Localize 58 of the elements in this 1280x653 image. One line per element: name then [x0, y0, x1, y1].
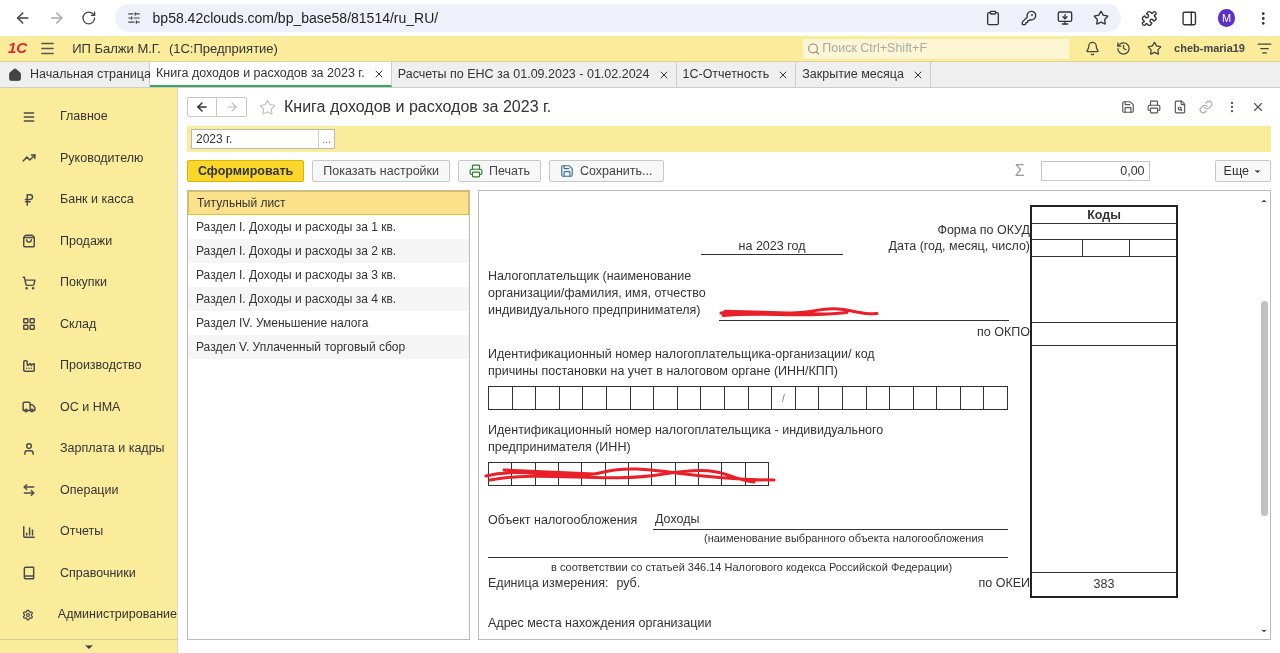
url-text: bp58.42clouds.com/bp_base58/81514/ru_RU/	[152, 8, 440, 28]
address-bar[interactable]: bp58.42clouds.com/bp_base58/81514/ru_RU/	[114, 4, 1121, 32]
sidebar-item[interactable]: Отчеты	[0, 511, 177, 553]
codes-header: Коды	[1032, 207, 1176, 224]
section-item[interactable]: Раздел I. Доходы и расходы за 2 кв.	[188, 239, 469, 263]
search-field[interactable]: Поиск Ctrl+Shift+F	[803, 38, 1070, 59]
section-item[interactable]: Титульный лист	[188, 191, 469, 215]
sidebar-item[interactable]: Администрирование	[0, 594, 177, 636]
sidebar-item[interactable]: Склад	[0, 303, 177, 345]
generate-button[interactable]: Сформировать	[187, 160, 305, 182]
object-label: Объект налогообложения	[488, 512, 639, 529]
sidebar-item[interactable]: ОС и НМА	[0, 386, 177, 428]
product-name: (1С:Предприятие)	[168, 39, 278, 58]
okei-code: 383	[1092, 576, 1116, 593]
okei-label: по ОКЕИ	[978, 575, 1030, 593]
sidebar-item[interactable]: Операции	[0, 469, 177, 511]
print-button[interactable]: Печать	[458, 160, 541, 182]
save-button[interactable]: Сохранить...	[548, 160, 664, 182]
inn-label: Идентификационный номер налогоплательщика - индивидуального предпринимателя (ИНН)	[488, 422, 885, 456]
org-name: ИП Балжи М.Г.	[72, 39, 161, 58]
user-name[interactable]: cheb-maria19	[1174, 40, 1245, 57]
address-label: Адрес места нахождения организации	[488, 616, 712, 630]
settings-button[interactable]: Показать настройки	[312, 160, 450, 182]
total-field: 0,00	[1040, 161, 1150, 181]
sidebar-item[interactable]: Главное	[0, 96, 177, 138]
sidebar-item[interactable]: Покупки	[0, 262, 177, 304]
sidebar-item[interactable]: Руководителю	[0, 137, 177, 179]
taxpayer-label: Налогоплательщик (наименование организации/фамилия, имя, отчество индивидуального предпринимателя)	[488, 268, 707, 319]
document-tab[interactable]: Расчеты по ЕНС за 01.09.2023 - 01.02.2024	[391, 62, 677, 87]
document-tab[interactable]: Книга доходов и расходов за 2023 г.	[150, 62, 392, 87]
period-field[interactable]: 2023 г. ...	[191, 129, 335, 149]
section-item[interactable]: Раздел V. Уплаченный торговый сбор	[188, 335, 469, 359]
sum-sign: Σ	[1014, 161, 1025, 181]
object-note: (наименование выбранного объекта налогообложения	[704, 530, 985, 546]
period-select-button[interactable]: ...	[318, 130, 334, 148]
sidebar-item[interactable]: Зарплата и кадры	[0, 428, 177, 470]
section-item[interactable]: Раздел I. Доходы и расходы за 4 кв.	[188, 287, 469, 311]
okpo-label: по ОКПО	[977, 324, 1030, 342]
sidebar-item[interactable]: Справочники	[0, 552, 177, 594]
object-value: Доходы	[653, 510, 1008, 530]
document-title: Книга доходов и расходов за 2023 г.	[284, 97, 552, 117]
unit-value: руб.	[616, 575, 641, 593]
inn-kpp-label: Идентификационный номер налогоплательщика-организации/ код причины постановки на учет в налоговом органе (ИНН/КПП)	[488, 346, 876, 380]
unit-label: Единица измерения:	[488, 575, 609, 593]
year-text: на 2023 год	[701, 238, 843, 255]
search-input[interactable]: Поиск Ctrl+Shift+F	[822, 39, 1066, 58]
document-tab[interactable]: 1С-Отчетность	[676, 62, 797, 87]
sidebar-item[interactable]: Производство	[0, 345, 177, 387]
app-logo: 1С	[8, 38, 28, 59]
profile-avatar[interactable]: M	[1217, 9, 1236, 27]
separator-text: /	[782, 391, 785, 406]
document-tab[interactable]: Закрытие месяца	[796, 62, 931, 87]
date-label: Дата (год, месяц, число)	[888, 238, 1030, 256]
sidebar-item[interactable]: Банк и касса	[0, 179, 177, 221]
object-note: в соответствии со статьей 346.14 Налогового кодекса Российской Федерации)	[551, 560, 954, 576]
sidebar-item[interactable]: Продажи	[0, 220, 177, 262]
more-button[interactable]: Еще	[1214, 160, 1271, 182]
okud-label: Форма по ОКУД	[937, 221, 1030, 239]
